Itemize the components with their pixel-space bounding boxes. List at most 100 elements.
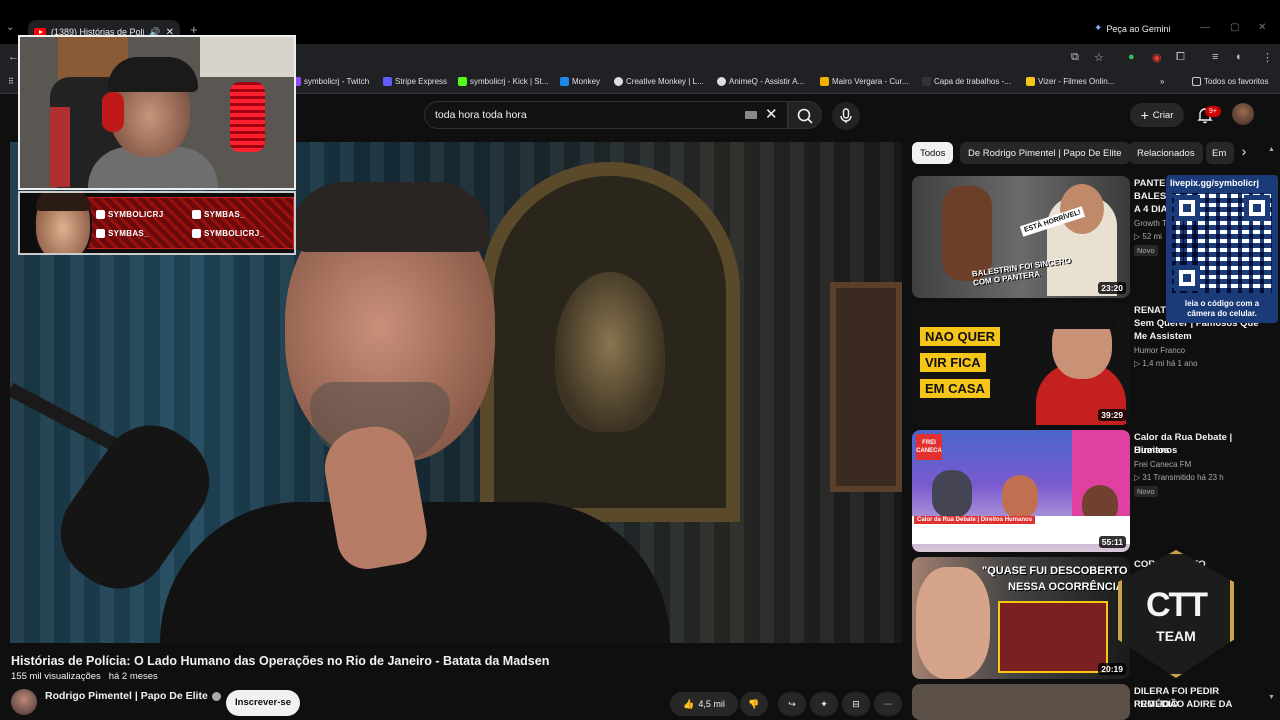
recommendation-title-2-line3[interactable]: Me Assistem [1134, 330, 1264, 343]
chip-all[interactable]: Todos [912, 142, 954, 164]
search-button[interactable] [788, 101, 822, 129]
create-label: Criar [1152, 109, 1174, 121]
chevron-right-icon[interactable]: › [1234, 143, 1254, 163]
bookmark-4[interactable]: Creative Monkey | L... [614, 77, 704, 86]
chip-more[interactable]: Em [1206, 142, 1234, 164]
more-actions-button[interactable]: ⋯ [874, 692, 902, 716]
monkey-icon [560, 77, 569, 86]
thumbs-up-icon: 👍 [683, 698, 695, 709]
recommendation-meta-1: ▷ 52 mi [1134, 232, 1162, 241]
keyboard-icon[interactable] [745, 111, 757, 119]
share-button[interactable]: ↪ [778, 692, 806, 716]
video-title: Histórias de Polícia: O Lado Humano das … [11, 654, 550, 668]
globe-icon [717, 77, 726, 86]
chip-related[interactable]: Relacionados [1129, 142, 1203, 164]
subscribe-button[interactable]: Inscrever-se [226, 690, 300, 716]
all-favorites[interactable]: Todos os favoritos [1192, 77, 1268, 86]
channel-avatar[interactable] [11, 689, 37, 715]
cartoon-avatar [34, 193, 92, 253]
thumb3-person-2 [1002, 475, 1038, 519]
tiktok-icon [192, 210, 201, 219]
media-control-icon[interactable]: ≡ [1212, 51, 1218, 63]
qr-instructions-line2: câmera do celular. [1187, 309, 1257, 318]
recommendation-thumbnail-4[interactable]: "QUASE FUI DESCOBERTO NESSA OCORRÊNCIA" … [912, 557, 1130, 679]
like-button[interactable]: 👍 4,5 mil [670, 692, 738, 716]
create-button[interactable]: + Criar [1130, 103, 1184, 127]
minimize-icon[interactable]: — [1200, 22, 1210, 33]
document-icon [922, 77, 931, 86]
extensions-puzzle-icon[interactable]: ⧠ [1176, 51, 1185, 64]
social-instagram: SYMBOLICRJ_ [192, 229, 264, 238]
more-horizontal-icon: ⋯ [883, 698, 893, 709]
qr-instructions: leia o código com a câmera do celular. [1166, 299, 1278, 319]
folder-icon [1192, 77, 1201, 86]
recommendation-channel-1[interactable]: Growth T [1134, 219, 1167, 228]
apps-grid-icon[interactable]: ⠿ [8, 77, 14, 86]
bookmark-5[interactable]: AnimeQ - Assistir A... [717, 77, 804, 86]
chip-channel[interactable]: De Rodrigo Pimentel | Papo De Elite [960, 142, 1130, 164]
video-meta: 155 mil visualizações há 2 meses [11, 671, 158, 682]
kick-icon [458, 77, 467, 86]
bookmark-3[interactable]: Monkey [560, 77, 600, 86]
stripe-icon [383, 77, 392, 86]
globe-icon [614, 77, 623, 86]
ctt-team-logo: CTT TEAM [1118, 550, 1234, 678]
thumb4-line1: "QUASE FUI DESCOBERTO [982, 565, 1128, 577]
video-scene-hair [290, 182, 490, 252]
social-panel-background [84, 197, 294, 249]
recommendation-thumbnail-2[interactable]: NAO QUER VIR FICA EM CASA 39:29 [912, 303, 1130, 425]
notification-count-badge: 9+ [1205, 106, 1221, 117]
close-window-icon[interactable]: ✕ [1258, 22, 1266, 33]
clip-button[interactable]: ✦ [810, 692, 838, 716]
webcam-streamer-cap [108, 57, 198, 92]
microphone-icon [840, 108, 852, 123]
recommendation-channel-2[interactable]: Humor Franco [1134, 346, 1185, 355]
bookmark-8[interactable]: Vizer - Filmes Onlin... [1026, 77, 1114, 86]
save-button[interactable]: ⊟ [842, 692, 870, 716]
extension-green-icon[interactable]: ● [1128, 51, 1135, 63]
bookmark-0[interactable]: symbolicrj - Twitch [292, 77, 369, 86]
recommendation-title-3-line2[interactable]: Humanos [1134, 444, 1264, 457]
social-youtube: SYMBAS_ [96, 229, 149, 238]
bookmark-2[interactable]: symbolicrj - Kick | St... [458, 77, 549, 86]
webcam-overlay [18, 35, 296, 190]
bookmark-1[interactable]: Stripe Express [383, 77, 447, 86]
profile-icon[interactable]: ◐ [1236, 51, 1243, 63]
scroll-down-icon[interactable]: ▼ [1268, 694, 1275, 701]
install-app-icon[interactable]: ⧉ [1071, 51, 1079, 64]
video-scene-skull-emblem [555, 272, 665, 432]
tab-search-icon[interactable]: ⌄ [6, 22, 14, 33]
qr-finder [1174, 195, 1200, 221]
duration-badge: 39:29 [1098, 409, 1126, 421]
maximize-icon[interactable]: ▢ [1230, 22, 1239, 33]
twitch-icon [96, 210, 105, 219]
clear-search-icon[interactable]: ✕ [765, 105, 778, 123]
recommendation-title-5-line2[interactable]: PRO JOÃO ADIRE DA CIMED [1134, 698, 1264, 708]
scroll-up-icon[interactable]: ▲ [1268, 146, 1275, 153]
extension-red-icon[interactable]: ◉ [1152, 51, 1162, 64]
social-tiktok: SYMBAS_ [192, 210, 245, 219]
bookmark-star-icon[interactable]: ☆ [1094, 51, 1104, 64]
account-avatar[interactable] [1232, 103, 1254, 125]
gemini-sparkle-icon: ✦ [1094, 23, 1103, 34]
gemini-button[interactable]: ✦ Peça ao Gemini [1094, 23, 1170, 34]
dislike-button[interactable]: 👎 [740, 692, 768, 716]
recommendation-thumbnail-1[interactable]: ESTÁ HORRÍVEL! BALESTRIN FOI SINCERO COM… [912, 176, 1130, 298]
channel-name: Rodrigo Pimentel | Papo De Elite [45, 690, 208, 702]
voice-search-button[interactable] [832, 102, 860, 130]
vizer-icon [1026, 77, 1035, 86]
thumb4-inset [998, 601, 1108, 673]
recommendation-thumbnail-3[interactable]: FREI CANECA Calor da Rua Debate | Direit… [912, 430, 1130, 552]
livepix-qr-overlay: livepix.gg/symbolicrj leia o código com … [1166, 175, 1278, 323]
menu-dots-icon[interactable]: ⋮ [1262, 51, 1273, 64]
recommendation-thumbnail-5[interactable] [912, 684, 1130, 720]
bookmark-6[interactable]: Mairo Vergara - Cur... [820, 77, 908, 86]
recommendation-channel-3[interactable]: Frei Caneca FM [1134, 460, 1191, 469]
search-input[interactable]: toda hora toda hora ✕ [424, 101, 788, 129]
more-bookmarks-icon[interactable]: » [1160, 77, 1164, 86]
webcam-headset [102, 92, 124, 132]
qr-finder [1174, 265, 1200, 291]
channel-name-link[interactable]: Rodrigo Pimentel | Papo De Elite [45, 690, 221, 702]
bookmark-7[interactable]: Capa de trabalhos -... [922, 77, 1011, 86]
youtube-icon [96, 229, 105, 238]
